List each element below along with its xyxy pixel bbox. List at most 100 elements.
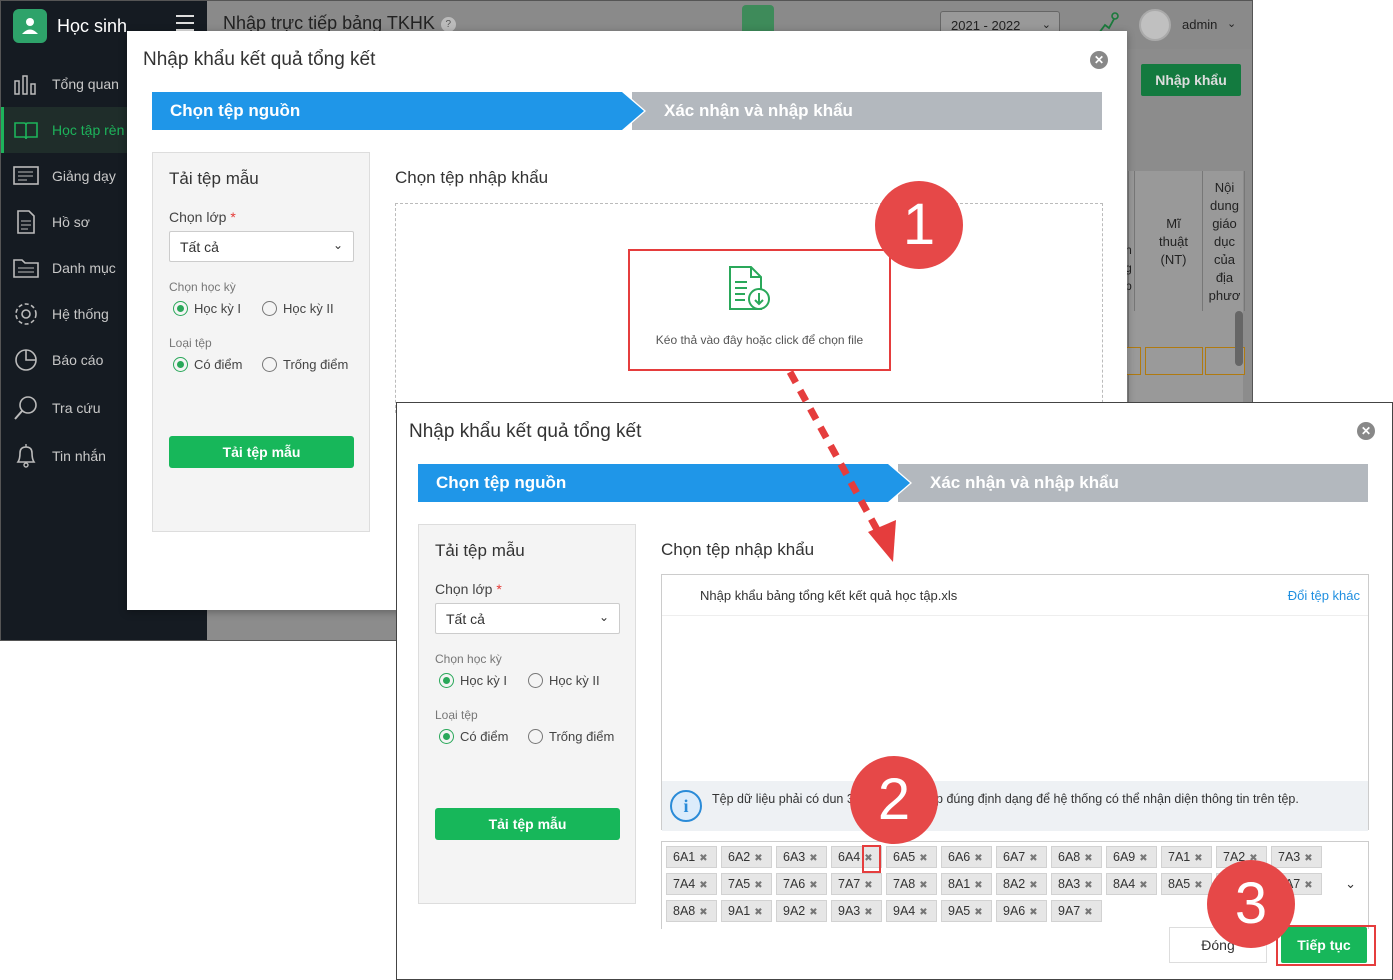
chevron-down-icon: ⌄ <box>598 610 609 624</box>
class-tag[interactable]: 8A1 ✖ <box>941 873 992 895</box>
help-icon[interactable]: ? <box>440 16 456 32</box>
remove-tag-icon[interactable]: ✖ <box>1084 880 1092 891</box>
class-tag[interactable]: 8A2 ✖ <box>996 873 1047 895</box>
class-tag[interactable]: 9A3 ✖ <box>831 900 882 922</box>
semester-1-radio[interactable]: Học kỳ I <box>173 301 241 316</box>
class-tag[interactable]: 8A4 ✖ <box>1106 873 1157 895</box>
class-tag[interactable]: 7A6 ✖ <box>776 873 827 895</box>
class-tag[interactable]: 6A9 ✖ <box>1106 846 1157 868</box>
remove-tag-icon[interactable]: ✖ <box>919 907 927 918</box>
download-template-button[interactable]: Tải tệp mẫu <box>169 436 354 468</box>
remove-tag-icon[interactable]: ✖ <box>1194 853 1202 864</box>
class-tag[interactable]: 9A6 ✖ <box>996 900 1047 922</box>
folder-icon <box>13 255 39 281</box>
class-tag-label: 7A7 <box>838 877 861 891</box>
remove-tag-icon[interactable]: ✖ <box>1304 853 1312 864</box>
import-button[interactable]: Nhập khẩu <box>1141 64 1241 96</box>
class-tag[interactable]: 6A8 ✖ <box>1051 846 1102 868</box>
class-tag[interactable]: 9A4 ✖ <box>886 900 937 922</box>
remove-tag-icon[interactable]: ✖ <box>1139 880 1147 891</box>
remove-tag-icon[interactable]: ✖ <box>754 907 762 918</box>
close-icon[interactable]: ✕ <box>1090 51 1108 69</box>
remove-tag-icon[interactable]: ✖ <box>809 907 817 918</box>
class-tag-label: 9A2 <box>783 904 806 918</box>
class-tag[interactable]: 7A8 ✖ <box>886 873 937 895</box>
remove-tag-icon[interactable]: ✖ <box>809 880 817 891</box>
semester-1-radio[interactable]: Học kỳ I <box>439 673 507 688</box>
class-tag[interactable]: 6A2 ✖ <box>721 846 772 868</box>
class-tag[interactable]: 9A1 ✖ <box>721 900 772 922</box>
semester-2-radio[interactable]: Học kỳ II <box>262 301 334 316</box>
remove-tag-icon[interactable]: ✖ <box>974 907 982 918</box>
class-tag[interactable]: 7A5 ✖ <box>721 873 772 895</box>
remove-tag-icon[interactable]: ✖ <box>754 880 762 891</box>
download-template-button[interactable]: Tải tệp mẫu <box>435 808 620 840</box>
step-confirm-import: Xác nhận và nhập khẩu <box>632 92 1102 130</box>
import-section-title: Chọn tệp nhập khẩu <box>661 540 815 559</box>
remove-tag-icon[interactable]: ✖ <box>699 907 707 918</box>
class-tag[interactable]: 8A5 ✖ <box>1161 873 1212 895</box>
class-tag[interactable]: 6A7 ✖ <box>996 846 1047 868</box>
remove-tag-icon[interactable]: ✖ <box>974 853 982 864</box>
avatar[interactable] <box>1139 9 1171 41</box>
table-cell[interactable] <box>1145 347 1203 375</box>
with-score-radio[interactable]: Có điểm <box>173 357 242 372</box>
remove-tag-icon[interactable]: ✖ <box>864 907 872 918</box>
remove-tag-icon[interactable]: ✖ <box>1194 880 1202 891</box>
class-tag[interactable]: 9A7 ✖ <box>1051 900 1102 922</box>
semester-label: Chọn học kỳ <box>169 280 236 294</box>
remove-tag-icon[interactable]: ✖ <box>974 880 982 891</box>
remove-tag-icon[interactable]: ✖ <box>1029 880 1037 891</box>
class-select[interactable]: Tất cả ⌄ <box>435 603 620 634</box>
semester-2-radio[interactable]: Học kỳ II <box>528 673 600 688</box>
sidebar-item-label: Học tập rèn <box>52 122 125 138</box>
class-tag[interactable]: 8A3 ✖ <box>1051 873 1102 895</box>
remove-tag-icon[interactable]: ✖ <box>754 853 762 864</box>
remove-tag-icon[interactable]: ✖ <box>864 880 872 891</box>
remove-tag-icon[interactable]: ✖ <box>919 880 927 891</box>
class-tag[interactable]: 9A5 ✖ <box>941 900 992 922</box>
class-tag[interactable]: 6A5 ✖ <box>886 846 937 868</box>
remove-tag-icon[interactable]: ✖ <box>1029 907 1037 918</box>
remove-tag-icon[interactable]: ✖ <box>1029 853 1037 864</box>
class-tag[interactable]: 9A2 ✖ <box>776 900 827 922</box>
class-tag[interactable]: 6A3 ✖ <box>776 846 827 868</box>
class-tag[interactable]: 7A1 ✖ <box>1161 846 1212 868</box>
remove-tag-icon[interactable]: ✖ <box>1084 853 1092 864</box>
remove-tag-icon[interactable]: ✖ <box>919 853 927 864</box>
class-tag[interactable]: 7A7 ✖ <box>831 873 882 895</box>
continue-highlight <box>1276 925 1376 966</box>
chevron-down-icon[interactable]: ⌄ <box>1227 17 1236 30</box>
with-score-radio[interactable]: Có điểm <box>439 729 508 744</box>
change-file-link[interactable]: Đổi tệp khác <box>1288 588 1360 603</box>
brand[interactable]: Học sinh <box>13 9 127 43</box>
user-name[interactable]: admin <box>1182 17 1217 32</box>
class-tag[interactable]: 7A3 ✖ <box>1271 846 1322 868</box>
menu-icon[interactable] <box>176 15 194 31</box>
sidebar-item-label: Giảng dạy <box>52 168 116 184</box>
selected-file-name: Nhập khẩu bảng tổng kết kết quả học tập.… <box>700 588 958 603</box>
remove-tag-icon[interactable]: ✖ <box>1304 880 1312 891</box>
remove-tag-icon[interactable]: ✖ <box>1084 907 1092 918</box>
class-tag-label: 7A3 <box>1278 850 1301 864</box>
remove-tag-icon[interactable]: ✖ <box>699 880 707 891</box>
dropzone-highlight[interactable]: Kéo thả vào đây hoặc click để chọn file <box>628 249 891 371</box>
remove-tag-icon[interactable]: ✖ <box>1139 853 1147 864</box>
class-tag-label: 7A5 <box>728 877 751 891</box>
table-cell[interactable] <box>1125 347 1141 375</box>
remove-tag-icon[interactable]: ✖ <box>699 853 707 864</box>
class-tag-label: 6A3 <box>783 850 806 864</box>
class-tag[interactable]: 6A1 ✖ <box>666 846 717 868</box>
remove-tag-icon[interactable]: ✖ <box>809 853 817 864</box>
no-score-radio[interactable]: Trống điểm <box>528 729 614 744</box>
class-select[interactable]: Tất cả ⌄ <box>169 231 354 262</box>
scrollbar[interactable] <box>1235 311 1243 366</box>
class-tag-label: 8A3 <box>1058 877 1081 891</box>
no-score-radio[interactable]: Trống điểm <box>262 357 348 372</box>
close-icon[interactable]: ✕ <box>1357 422 1375 440</box>
class-tag[interactable]: 6A6 ✖ <box>941 846 992 868</box>
class-tag-label: 7A4 <box>673 877 696 891</box>
class-tag[interactable]: 7A4 ✖ <box>666 873 717 895</box>
class-tag[interactable]: 8A8 ✖ <box>666 900 717 922</box>
chevron-down-icon[interactable]: ⌄ <box>1345 876 1356 892</box>
